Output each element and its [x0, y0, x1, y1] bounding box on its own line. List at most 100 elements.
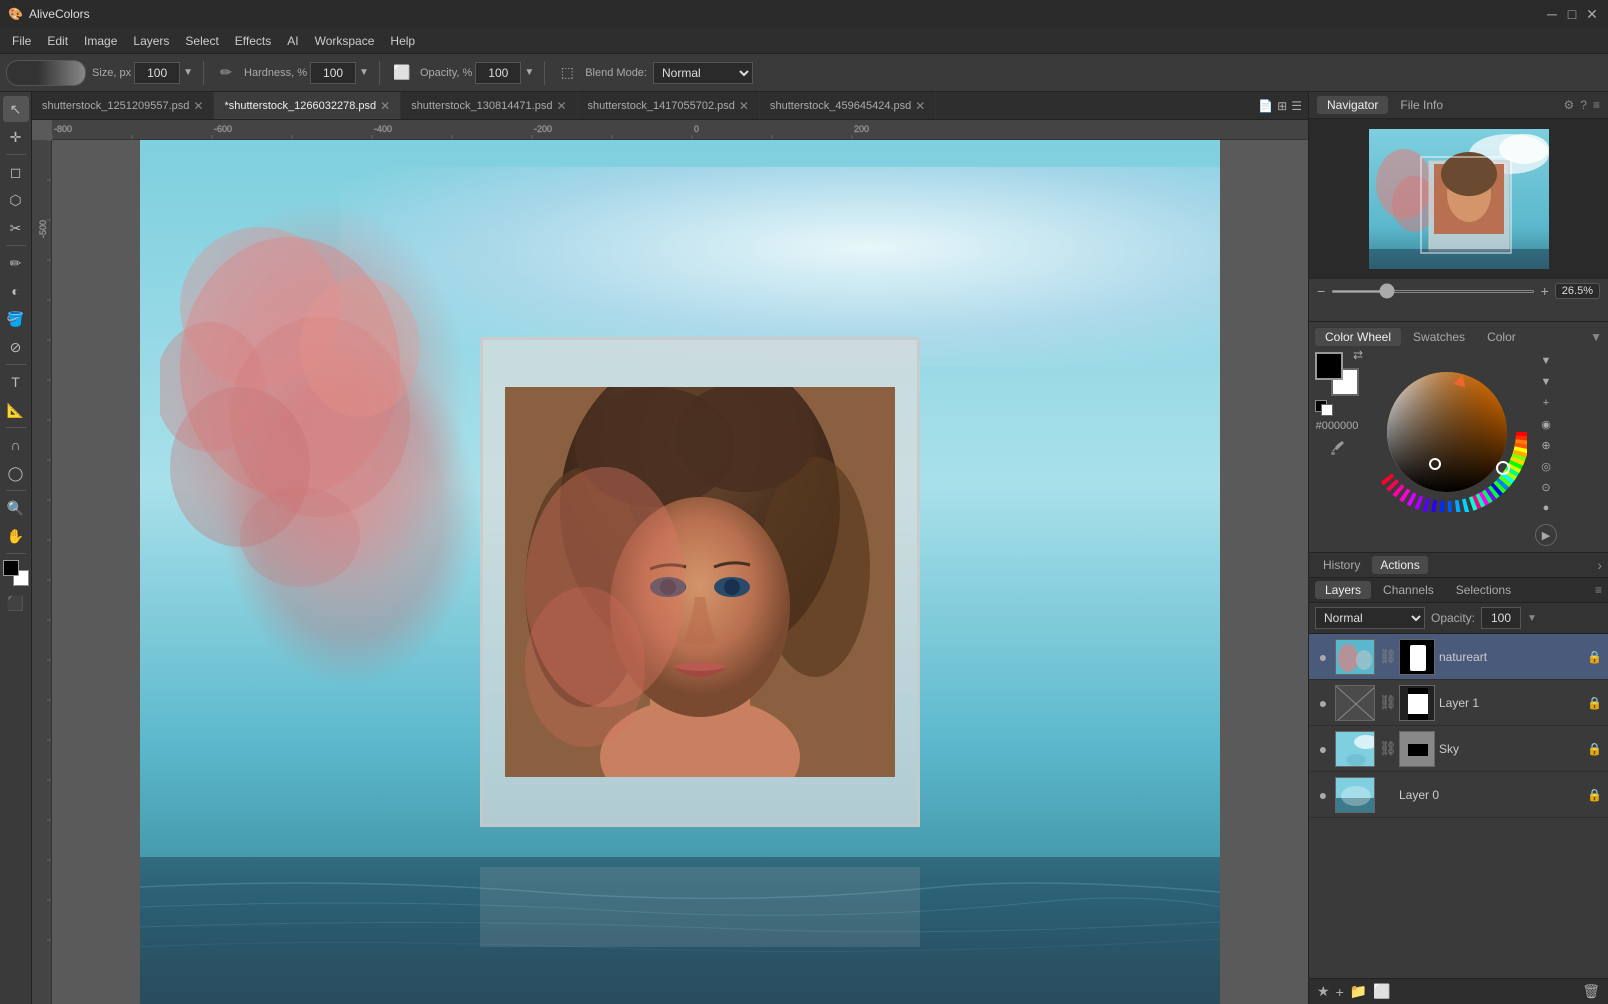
tab-channels[interactable]: Channels [1373, 581, 1444, 599]
layer-opacity-dropdown[interactable]: ▼ [1527, 613, 1537, 624]
layer-lock-sky[interactable]: 🔒 [1587, 742, 1602, 756]
tab-history[interactable]: History [1315, 556, 1368, 574]
color-hex-value[interactable]: #000000 [1316, 420, 1359, 432]
layer-link-natureart[interactable]: ⛓ [1379, 648, 1395, 665]
tab-grid-icon[interactable]: ⊞ [1277, 99, 1287, 113]
canvas[interactable]: -800 -600 -400 -200 0 [32, 120, 1308, 1004]
tool-zoom[interactable]: 🔍 [3, 495, 29, 521]
layer-visibility-sky[interactable]: ● [1315, 741, 1331, 757]
color-tool-2[interactable]: ⊕ [1537, 436, 1555, 454]
new-doc-icon[interactable]: 📄 [1258, 99, 1273, 113]
color-tool-4[interactable]: ⊙ [1537, 478, 1555, 496]
tab-4[interactable]: shutterstock_1417055702.psd ✕ [578, 92, 760, 120]
color-panel-expand[interactable]: ▼ [1590, 330, 1602, 344]
color-reset-bg[interactable] [1321, 404, 1333, 416]
tool-sample[interactable]: ⬛ [3, 590, 29, 616]
menu-ai[interactable]: AI [279, 32, 306, 50]
close-button[interactable]: ✕ [1584, 6, 1600, 22]
tab-5-close[interactable]: ✕ [915, 99, 925, 113]
tab-1[interactable]: shutterstock_1251209557.psd ✕ [32, 92, 214, 120]
tab-swatches[interactable]: Swatches [1403, 328, 1475, 346]
fg-color-swatch[interactable] [3, 560, 19, 576]
color-tool-5[interactable]: ● [1537, 499, 1555, 517]
menu-edit[interactable]: Edit [39, 32, 76, 50]
tool-brush[interactable]: ✏ [3, 250, 29, 276]
fg-color-box[interactable] [1315, 352, 1343, 380]
opacity-dropdown-arrow[interactable]: ▼ [524, 67, 534, 78]
tab-color[interactable]: Color [1477, 328, 1526, 346]
zoom-in-icon[interactable]: + [1541, 283, 1549, 299]
menu-image[interactable]: Image [76, 32, 125, 50]
tab-2-close[interactable]: ✕ [380, 99, 390, 113]
menu-workspace[interactable]: Workspace [307, 32, 383, 50]
color-swap-button[interactable]: ⇄ [1353, 348, 1363, 362]
tab-color-wheel[interactable]: Color Wheel [1315, 328, 1401, 346]
minimize-button[interactable]: ─ [1544, 6, 1560, 22]
tool-hand[interactable]: ✋ [3, 523, 29, 549]
layer-opacity-input[interactable] [1481, 607, 1521, 629]
tool-ruler[interactable]: 📐 [3, 397, 29, 423]
tab-4-close[interactable]: ✕ [739, 99, 749, 113]
tab-5[interactable]: shutterstock_459645424.psd ✕ [760, 92, 936, 120]
menu-select[interactable]: Select [177, 32, 226, 50]
tab-3-close[interactable]: ✕ [556, 99, 566, 113]
nav-menu-icon[interactable]: ≡ [1593, 98, 1600, 112]
tool-clone[interactable]: ◐ [3, 278, 29, 304]
layer-row-layer1[interactable]: ● ⛓ [1309, 680, 1608, 726]
tool-rect-select[interactable]: ◻ [3, 159, 29, 185]
nav-settings-icon[interactable]: ⚙ [1564, 98, 1575, 112]
tab-selections[interactable]: Selections [1446, 581, 1521, 599]
color-tool-1[interactable]: ◉ [1537, 415, 1555, 433]
color-options-down2[interactable]: ▼ [1537, 373, 1555, 391]
tab-list-icon[interactable]: ☰ [1291, 99, 1302, 113]
panel-expand-icon[interactable]: › [1597, 557, 1602, 573]
tool-fill[interactable]: 🪣 [3, 306, 29, 332]
add-mask-button[interactable]: ⬜ [1373, 983, 1390, 1000]
tool-text[interactable]: T [3, 369, 29, 395]
layer-link-layer1[interactable]: ⛓ [1379, 694, 1395, 711]
layer-lock-natureart[interactable]: 🔒 [1587, 650, 1602, 664]
eyedropper-button[interactable] [1329, 440, 1345, 459]
menu-layers[interactable]: Layers [125, 32, 177, 50]
layer-blend-mode-select[interactable]: Normal Multiply Screen [1315, 607, 1425, 629]
tool-shape[interactable]: ◯ [3, 460, 29, 486]
size-dropdown-arrow[interactable]: ▼ [183, 67, 193, 78]
tab-3[interactable]: shutterstock_130814471.psd ✕ [401, 92, 577, 120]
zoom-slider[interactable] [1331, 290, 1534, 293]
zoom-value[interactable]: 26.5% [1555, 283, 1600, 299]
add-layer-folder-button[interactable]: 📁 [1350, 983, 1367, 1000]
tool-eraser[interactable]: ⊘ [3, 334, 29, 360]
tab-navigator[interactable]: Navigator [1317, 96, 1388, 114]
color-tool-3[interactable]: ◎ [1537, 457, 1555, 475]
tool-move[interactable]: ✛ [3, 124, 29, 150]
tool-path[interactable]: ∩ [3, 432, 29, 458]
size-input[interactable] [134, 62, 180, 84]
layer-visibility-natureart[interactable]: ● [1315, 649, 1331, 665]
layer-visibility-layer1[interactable]: ● [1315, 695, 1331, 711]
fg-bg-color-picker[interactable] [3, 560, 29, 586]
zoom-out-icon[interactable]: − [1317, 283, 1325, 299]
layers-menu-icon[interactable]: ≡ [1595, 583, 1602, 597]
nav-help-icon[interactable]: ? [1580, 98, 1587, 112]
maximize-button[interactable]: □ [1564, 6, 1580, 22]
tab-2[interactable]: *shutterstock_1266032278.psd ✕ [214, 92, 401, 120]
tab-actions[interactable]: Actions [1372, 556, 1427, 574]
color-play-btn[interactable]: ▶ [1535, 524, 1557, 546]
tool-crop[interactable]: ✂ [3, 215, 29, 241]
tab-1-close[interactable]: ✕ [193, 99, 203, 113]
color-options-down[interactable]: ▼ [1537, 352, 1555, 370]
layer-link-sky[interactable]: ⛓ [1379, 740, 1395, 757]
hardness-input[interactable] [310, 62, 356, 84]
brush-type-icon[interactable]: ✏ [214, 61, 238, 85]
color-wheel[interactable] [1367, 352, 1527, 512]
layer-row-sky[interactable]: ● ⛓ Sky [1309, 726, 1608, 772]
tab-fileinfo[interactable]: File Info [1390, 96, 1453, 114]
layer-row-layer0[interactable]: ● ⛓ Layer 0 🔒 [1309, 772, 1608, 818]
tab-layers[interactable]: Layers [1315, 581, 1371, 599]
layer-lock-layer0[interactable]: 🔒 [1587, 788, 1602, 802]
menu-effects[interactable]: Effects [227, 32, 279, 50]
layer-row-natureart[interactable]: ● ⛓ natur [1309, 634, 1608, 680]
layer-visibility-layer0[interactable]: ● [1315, 787, 1331, 803]
menu-file[interactable]: File [4, 32, 39, 50]
color-add-swatch[interactable]: + [1537, 394, 1555, 412]
